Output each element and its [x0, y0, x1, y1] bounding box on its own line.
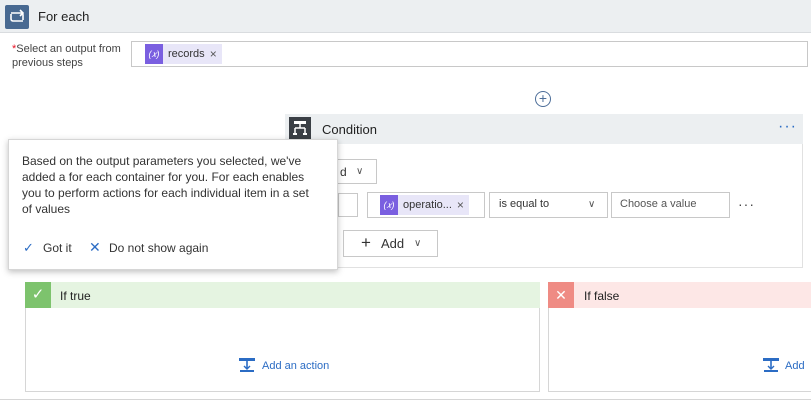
operation-token[interactable]: (𝑥) operatio... × [380, 195, 469, 215]
got-it-button[interactable]: Got it [43, 241, 72, 255]
expression-icon: (𝑥) [145, 44, 163, 64]
plus-icon: + [361, 233, 371, 252]
records-token[interactable]: (𝑥) records × [145, 44, 222, 64]
condition-icon [289, 117, 311, 139]
x-icon: ✕ [548, 282, 574, 308]
check-icon: ✓ [25, 282, 51, 308]
more-options-icon[interactable]: ··· [778, 118, 797, 136]
if-true-title: If true [60, 289, 91, 303]
left-operand-input[interactable] [338, 193, 358, 217]
records-token-label: records [168, 48, 205, 60]
add-action-link[interactable]: Add [785, 360, 805, 372]
add-action-link[interactable]: Add an action [262, 360, 329, 372]
chevron-down-icon: ∨ [414, 238, 422, 249]
condition-title: Condition [322, 122, 377, 137]
do-not-show-again-button[interactable]: Do not show again [109, 241, 208, 255]
divider [0, 399, 811, 400]
close-icon[interactable]: ✕ [89, 239, 101, 256]
if-false-title: If false [584, 289, 620, 303]
if-true-header[interactable] [25, 282, 540, 308]
operator-select-value: is equal to [499, 198, 550, 210]
records-input[interactable]: (𝑥) records × [131, 41, 808, 67]
add-action-icon[interactable] [762, 357, 780, 373]
add-button-label: Add [381, 236, 405, 251]
select-output-label: *Select an output from previous steps [12, 42, 127, 70]
remove-token-icon[interactable]: × [457, 198, 469, 212]
remove-token-icon[interactable]: × [210, 47, 222, 61]
expression-icon: (𝑥) [380, 195, 398, 215]
and-or-select-value: d [340, 165, 347, 179]
add-action-icon[interactable] [238, 357, 256, 373]
select-output-label-text: Select an output from previous steps [12, 43, 121, 69]
value-input-placeholder: Choose a value [620, 198, 697, 210]
loop-icon [5, 5, 29, 29]
row-more-icon[interactable]: ··· [738, 196, 755, 212]
add-step-button[interactable]: + [535, 91, 551, 107]
operation-token-label: operatio... [403, 199, 452, 211]
foreach-title: For each [38, 9, 90, 24]
check-icon[interactable]: ✓ [23, 240, 34, 256]
tooltip-message: Based on the output parameters you selec… [22, 154, 309, 216]
foreach-header[interactable] [0, 0, 811, 33]
operation-input[interactable]: (𝑥) operatio... × [367, 192, 485, 218]
chevron-down-icon: ∨ [588, 199, 596, 210]
chevron-down-icon: ∨ [356, 166, 364, 177]
